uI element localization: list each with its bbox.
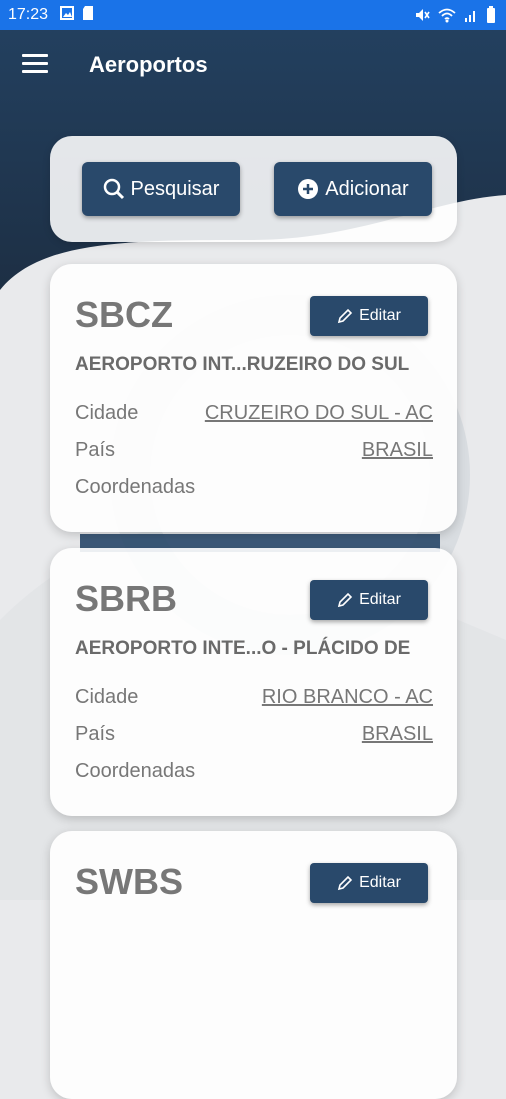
status-bar: 17:23 — [0, 0, 506, 30]
airport-card[interactable]: SBRB Editar AEROPORTO INTE...O - PLÁCIDO… — [50, 548, 457, 816]
country-label: País — [75, 723, 116, 745]
menu-icon[interactable] — [22, 54, 48, 74]
battery-icon — [486, 6, 496, 29]
status-time: 17:23 — [8, 6, 49, 23]
wifi-icon — [438, 7, 456, 28]
country-value[interactable]: BRASIL — [362, 723, 433, 746]
coords-label: Coordenadas — [75, 760, 196, 782]
app-bar: Aeroportos — [0, 30, 506, 102]
airport-name: AEROPORTO INTE...O - PLÁCIDO DE — [75, 638, 411, 659]
edit-button[interactable]: Editar — [310, 296, 428, 336]
edit-button[interactable]: Editar — [310, 863, 428, 903]
airport-code: SWBS — [75, 861, 183, 902]
search-icon — [103, 178, 124, 200]
country-label: País — [75, 439, 116, 461]
search-button-label: Pesquisar — [130, 177, 220, 200]
airport-card[interactable]: SBCZ Editar AEROPORTO INT...RUZEIRO DO S… — [50, 264, 457, 532]
city-value[interactable]: RIO BRANCO - AC — [262, 686, 433, 709]
search-button[interactable]: Pesquisar — [82, 162, 240, 216]
edit-button[interactable]: Editar — [310, 580, 428, 620]
image-icon — [60, 5, 75, 25]
airport-code: SBRB — [75, 578, 178, 619]
airport-code: SBCZ — [75, 294, 173, 335]
action-panel: Pesquisar Adicionar — [50, 136, 457, 242]
edit-button-label: Editar — [359, 591, 401, 608]
airport-name: AEROPORTO INT...RUZEIRO DO SUL — [75, 354, 410, 375]
city-value[interactable]: CRUZEIRO DO SUL - AC — [205, 402, 433, 425]
add-button-label: Adicionar — [325, 177, 409, 200]
city-label: Cidade — [75, 402, 139, 424]
pencil-icon — [337, 592, 353, 608]
sd-card-icon — [82, 5, 94, 26]
add-circle-icon — [298, 179, 319, 199]
coords-label: Coordenadas — [75, 476, 196, 498]
mute-icon — [414, 7, 430, 28]
page-title: Aeroportos — [89, 52, 208, 77]
edit-button-label: Editar — [359, 874, 401, 891]
pencil-icon — [337, 308, 353, 324]
airport-card[interactable]: SWBS Editar — [50, 831, 457, 1099]
edit-button-label: Editar — [359, 307, 401, 324]
pencil-icon — [337, 875, 353, 891]
country-value[interactable]: BRASIL — [362, 439, 433, 462]
signal-icon — [464, 7, 478, 28]
add-button[interactable]: Adicionar — [274, 162, 432, 216]
city-label: Cidade — [75, 686, 139, 708]
